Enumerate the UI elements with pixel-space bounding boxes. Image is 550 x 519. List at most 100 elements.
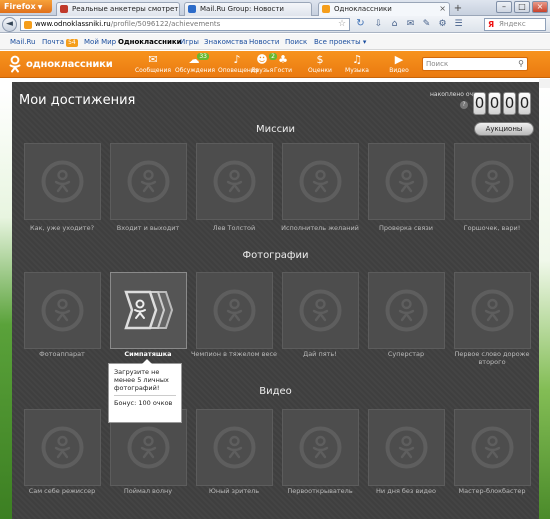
achievement-caption: Первооткрыватель [287, 487, 353, 495]
achievement-card[interactable] [282, 272, 359, 349]
mailbar-link-mail[interactable]: Почта 54 [42, 34, 78, 50]
tooltip-divider [114, 395, 176, 396]
mailbar-link-search[interactable]: Поиск [285, 34, 307, 50]
browser-search-input[interactable]: Я Яндекс [484, 18, 546, 31]
tab-1[interactable]: Реальные анкетеры смотреть онлайн [56, 2, 180, 16]
section-title-video: Видео [259, 386, 292, 397]
ok-nav-music[interactable]: ♫ Музыка [338, 53, 376, 75]
ok-search-input[interactable]: Поиск ⚲ [422, 57, 528, 71]
tab-odnoklassniki[interactable]: Одноклассники × [318, 2, 450, 16]
help-icon[interactable]: ? [460, 101, 468, 109]
discussions-count-badge: 33 [197, 53, 209, 60]
achievement-card[interactable] [368, 409, 445, 486]
mailru-portal-bar: Mail.Ru Почта 54 Мой Мир Одноклассники Иг… [0, 34, 550, 50]
page-title: Мои достижения [19, 93, 136, 108]
achievement-card[interactable] [368, 143, 445, 220]
new-tab-button[interactable]: + [452, 3, 464, 14]
tooltip-arrow [142, 359, 152, 364]
achievement-badge-icon [120, 282, 177, 339]
achievement-caption: Сам себе режиссер [28, 487, 96, 495]
achievement-card[interactable] [368, 272, 445, 349]
ok-nav-video[interactable]: ▶ Видео [380, 53, 418, 75]
achievement-card[interactable] [282, 143, 359, 220]
achievement-caption: Симпатяшка [124, 350, 172, 358]
achievement-caption: Поймал волну [123, 487, 173, 495]
mail-icon[interactable]: ✉ [404, 18, 417, 31]
achievement-caption: Исполнитель желаний [281, 224, 359, 232]
close-window-button[interactable]: × [532, 1, 548, 13]
tab-close-icon[interactable]: × [439, 3, 446, 15]
ok-placeholder-icon [464, 282, 521, 339]
download-icon[interactable]: ⇩ [372, 18, 385, 31]
mailbar-link-my-world[interactable]: Мой Мир [84, 34, 116, 50]
tab-2[interactable]: Mail.Ru Group: Новости [184, 2, 312, 16]
ok-nav-discussions[interactable]: ☁ Обсуждения 33 [175, 53, 215, 75]
ok-nav-messages[interactable]: ✉ Сообщения [134, 53, 172, 75]
achievement-caption: Суперстар [387, 350, 425, 358]
mailbar-link-mailru[interactable]: Mail.Ru [10, 34, 35, 50]
window-controls: – □ × [496, 1, 548, 13]
achievement-card[interactable] [454, 272, 531, 349]
ok-placeholder-icon [292, 282, 349, 339]
home-icon[interactable]: ⌂ [388, 18, 401, 31]
search-icon[interactable]: ⚲ [518, 58, 524, 70]
achievement-card[interactable] [454, 409, 531, 486]
site-identity-icon[interactable] [24, 21, 32, 29]
browser-nav-bar: ◄ www.odnoklassniki.ru/profile/5096122/a… [0, 16, 550, 33]
settings-icon[interactable]: ⚙ [436, 18, 449, 31]
ok-placeholder-icon [206, 419, 263, 476]
achievement-card[interactable] [454, 143, 531, 220]
achievement-card[interactable] [282, 409, 359, 486]
video-icon: ▶ [394, 53, 404, 66]
achievement-card[interactable] [196, 272, 273, 349]
bookmark-star-icon[interactable]: ☆ [338, 19, 346, 29]
mail-count-badge: 54 [66, 39, 78, 47]
achievement-caption: Дай пять! [303, 350, 337, 358]
ratings-icon: $ [316, 53, 324, 66]
ok-nav-guests[interactable]: ♣ Гости [264, 53, 302, 75]
achievement-card[interactable] [110, 143, 187, 220]
back-button[interactable]: ◄ [2, 17, 17, 32]
mailbar-link-news[interactable]: Новости [249, 34, 279, 50]
ok-logo[interactable]: одноклассники [7, 55, 113, 73]
reload-icon[interactable]: ↻ [354, 18, 367, 31]
ok-header: одноклассники ✉ Сообщения ☁ Обсуждения 33 ♪… [0, 51, 550, 78]
achievement-caption: Фотоаппарат [39, 350, 85, 358]
achievement-card[interactable] [24, 409, 101, 486]
menu-icon[interactable]: ☰ [452, 18, 465, 31]
messages-icon: ✉ [148, 53, 158, 66]
achievement-caption: Лев Толстой [212, 224, 256, 232]
ok-placeholder-icon [464, 419, 521, 476]
achievement-caption: Проверка связи [379, 224, 433, 232]
ok-placeholder-icon [34, 153, 91, 210]
mailbar-link-all-projects[interactable]: Все проекты ▾ [314, 34, 366, 50]
browser-tab-bar: Firefox▼ Реальные анкетеры смотреть онла… [0, 0, 550, 16]
yandex-logo-icon: Я [488, 20, 495, 29]
ok-placeholder-icon [378, 419, 435, 476]
score-digit: 0 [473, 92, 486, 115]
score-digit: 0 [518, 92, 531, 115]
achievement-tooltip: Загрузите не менее 5 личных фотографий! … [108, 359, 182, 423]
tooltip-text: Загрузите не менее 5 личных фотографий! [114, 368, 169, 392]
achievement-caption: Чемпион в тяжелом весе [190, 350, 278, 358]
ok-nav-ratings[interactable]: $ Оценки [301, 53, 339, 75]
mailbar-link-games[interactable]: Игры [180, 34, 199, 50]
edit-icon[interactable]: ✎ [420, 18, 433, 31]
achievement-card[interactable] [110, 272, 187, 349]
toolbar-icons: ⇩ ⌂ ✉ ✎ ⚙ ☰ [372, 18, 465, 31]
ok-placeholder-icon [206, 282, 263, 339]
ok-placeholder-icon [206, 153, 263, 210]
maximize-button[interactable]: □ [514, 1, 530, 13]
mailbar-link-odnoklassniki[interactable]: Одноклассники [118, 34, 182, 50]
firefox-menu-button[interactable]: Firefox ▼ [0, 0, 52, 13]
achievement-card[interactable] [24, 143, 101, 220]
achievement-caption: Ни дня без видео [376, 487, 436, 495]
achievement-card[interactable] [196, 409, 273, 486]
achievement-card[interactable] [24, 272, 101, 349]
minimize-button[interactable]: – [496, 1, 512, 13]
score-digit: 0 [503, 92, 516, 115]
ok-placeholder-icon [34, 282, 91, 339]
mailbar-link-dating[interactable]: Знакомства [204, 34, 248, 50]
achievement-card[interactable] [196, 143, 273, 220]
address-bar[interactable]: www.odnoklassniki.ru/profile/5096122/ach… [20, 18, 350, 31]
